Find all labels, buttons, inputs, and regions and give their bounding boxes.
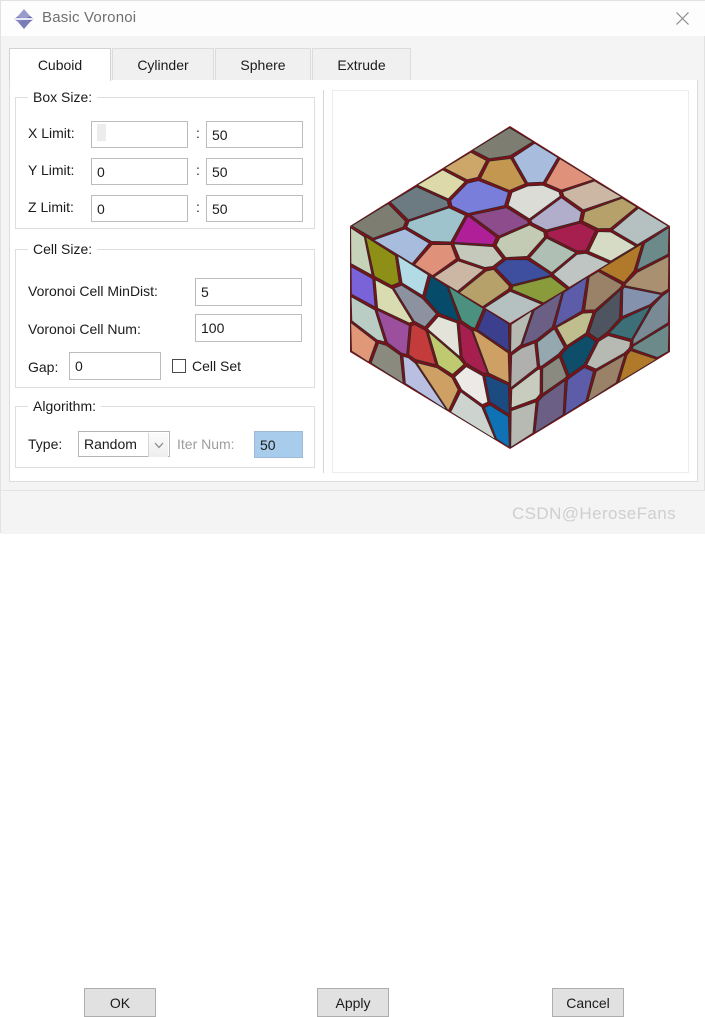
algorithm-type-label: Type:	[28, 436, 62, 452]
y-limit-min-input[interactable]	[91, 158, 188, 185]
close-icon[interactable]	[660, 1, 705, 36]
apply-button[interactable]: Apply	[317, 988, 389, 1017]
octahedron-icon	[13, 8, 35, 30]
iter-num-input[interactable]	[254, 431, 303, 458]
chevron-down-icon[interactable]	[148, 433, 168, 457]
z-limit-label: Z Limit:	[28, 199, 74, 215]
tab-label: Cuboid	[38, 57, 82, 73]
apply-button-label: Apply	[335, 995, 370, 1011]
tab-extrude[interactable]: Extrude	[312, 48, 411, 80]
panel-divider	[323, 90, 324, 473]
cancel-button-label: Cancel	[566, 995, 610, 1011]
cell-set-label: Cell Set	[192, 358, 241, 374]
tab-cylinder[interactable]: Cylinder	[112, 48, 214, 80]
algorithm-type-value: Random	[84, 436, 137, 452]
x-limit-label: X Limit:	[28, 125, 75, 141]
y-limit-label: Y Limit:	[28, 162, 74, 178]
x-limit-separator: :	[196, 125, 200, 141]
tab-label: Extrude	[337, 57, 385, 73]
ok-button[interactable]: OK	[84, 988, 156, 1017]
tab-cuboid[interactable]: Cuboid	[9, 48, 111, 81]
voronoi-cell-num-input[interactable]	[195, 314, 302, 342]
tab-label: Sphere	[240, 57, 285, 73]
preview-panel	[332, 90, 689, 473]
algorithm-group-title: Algorithm:	[28, 398, 101, 414]
z-limit-max-input[interactable]	[206, 195, 303, 222]
gap-input[interactable]	[69, 352, 161, 380]
voronoi-cell-mindist-label: Voronoi Cell MinDist:	[28, 283, 158, 299]
title-bar: Basic Voronoi	[1, 1, 705, 36]
ok-button-label: OK	[110, 995, 130, 1011]
voronoi-dialog-window: Basic Voronoi Cuboid Cylinder Sphere Ext…	[0, 0, 705, 533]
dialog-footer: OK Apply Cancel	[1, 491, 705, 534]
box-size-group-title: Box Size:	[28, 89, 97, 105]
voronoi-cell-mindist-input[interactable]	[195, 278, 302, 306]
window-title: Basic Voronoi	[42, 9, 136, 26]
gap-label: Gap:	[28, 359, 58, 375]
voronoi-cuboid-3d-preview[interactable]	[333, 91, 688, 472]
algorithm-type-select[interactable]: Random	[78, 431, 170, 457]
x-limit-max-input[interactable]	[206, 121, 303, 148]
y-limit-separator: :	[196, 162, 200, 178]
cell-size-group-title: Cell Size:	[28, 241, 97, 257]
z-limit-separator: :	[196, 199, 200, 215]
tab-sphere[interactable]: Sphere	[215, 48, 311, 80]
tab-label: Cylinder	[137, 57, 188, 73]
cell-set-checkbox[interactable]	[172, 359, 186, 373]
cancel-button[interactable]: Cancel	[552, 988, 624, 1017]
text-caret	[97, 124, 106, 141]
y-limit-max-input[interactable]	[206, 158, 303, 185]
iter-num-label: Iter Num:	[177, 436, 235, 452]
tab-strip: Cuboid Cylinder Sphere Extrude	[9, 48, 698, 80]
z-limit-min-input[interactable]	[91, 195, 188, 222]
voronoi-cell-num-label: Voronoi Cell Num:	[28, 321, 141, 337]
